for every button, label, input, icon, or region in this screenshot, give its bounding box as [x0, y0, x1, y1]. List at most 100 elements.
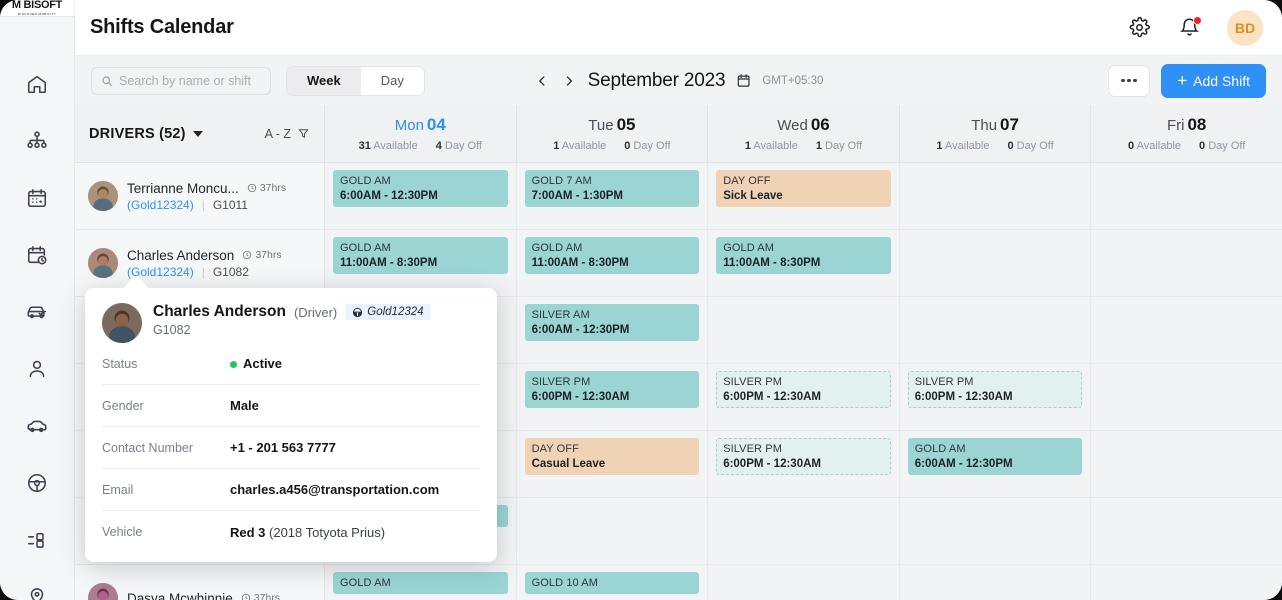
sidebar-item-car-check[interactable]: [24, 299, 50, 325]
calendar-cell[interactable]: SILVER PM 6:00PM - 12:30AM: [708, 431, 900, 497]
driver-name: Dasya Mcwhinnie: [127, 590, 233, 600]
calendar-cell[interactable]: GOLD AM 6:00AM - 12:30PM: [900, 431, 1092, 497]
calendar-cell[interactable]: [1091, 498, 1282, 564]
calendar-cell[interactable]: [900, 230, 1092, 296]
dayoff-card[interactable]: DAY OFF Sick Leave: [716, 170, 891, 207]
calendar-cell[interactable]: [900, 498, 1092, 564]
search-input[interactable]: [119, 73, 261, 88]
add-shift-button[interactable]: + Add Shift: [1161, 63, 1266, 98]
tab-day[interactable]: Day: [361, 67, 424, 95]
popover-avatar: [102, 303, 142, 343]
field-label: Status: [102, 356, 138, 371]
calendar-cell[interactable]: [1091, 431, 1282, 497]
driver-group[interactable]: (Gold12324): [127, 198, 194, 212]
dayoff-count: 0 Day Off: [1007, 140, 1054, 152]
sidebar-item-steering-wheel[interactable]: [24, 470, 50, 496]
driver-cell[interactable]: Dasya Mcwhinnie 37hrs: [75, 565, 325, 600]
day-column-header-fri[interactable]: Fri 08 0 Available 0 Day Off: [1091, 105, 1282, 162]
calendar-picker-icon[interactable]: [736, 73, 751, 88]
sidebar-item-calendar[interactable]: [24, 185, 50, 211]
shift-title: GOLD AM: [340, 242, 391, 254]
shift-card[interactable]: GOLD AM: [333, 572, 508, 594]
dayoff-card[interactable]: DAY OFF Casual Leave: [524, 438, 700, 475]
shift-card[interactable]: GOLD 7 AM 7:00AM - 1:30PM: [524, 170, 700, 207]
next-period-icon[interactable]: [561, 73, 577, 89]
pending-shift-card[interactable]: SILVER PM 6:00PM - 12:30AM: [716, 438, 891, 475]
shift-card[interactable]: GOLD AM 11:00AM - 8:30PM: [524, 237, 700, 274]
calendar-cell[interactable]: [517, 498, 709, 564]
shift-card[interactable]: SILVER PM 6:00PM - 12:30AM: [524, 371, 700, 408]
calendar-toolbar: Week Day September 2023 GMT+05:30 + Add …: [75, 56, 1282, 105]
day-column-header-thu[interactable]: Thu 07 1 Available 0 Day Off: [900, 105, 1092, 162]
shift-card[interactable]: GOLD AM 11:00AM - 8:30PM: [333, 237, 508, 274]
calendar-cell[interactable]: SILVER PM 6:00PM - 12:30AM: [517, 364, 709, 430]
day-column-header-wed[interactable]: Wed 06 1 Available 1 Day Off: [708, 105, 900, 162]
calendar-cell[interactable]: [900, 163, 1092, 229]
sidebar-item-location-pin[interactable]: [24, 584, 50, 600]
shift-title: GOLD AM: [723, 242, 775, 254]
tab-week[interactable]: Week: [287, 66, 361, 95]
sidebar-item-car[interactable]: [24, 413, 50, 439]
day-label: Tue 05: [588, 115, 636, 134]
user-avatar[interactable]: BD: [1227, 9, 1263, 46]
search-box[interactable]: [91, 66, 271, 95]
sidebar-item-calendar-clock[interactable]: [24, 242, 50, 268]
shift-card[interactable]: GOLD AM 11:00AM - 8:30PM: [716, 237, 891, 274]
calendar-cell[interactable]: GOLD AM 11:00AM - 8:30PM: [708, 230, 900, 296]
available-count: 1 Available: [553, 140, 607, 152]
calendar-cell[interactable]: [1091, 163, 1282, 229]
calendar-cell[interactable]: SILVER AM 6:00AM - 12:30PM: [517, 297, 709, 363]
calendar-cell[interactable]: GOLD AM 6:00AM - 12:30PM: [325, 163, 517, 229]
calendar-cell[interactable]: [708, 297, 900, 363]
sidebar-item-list[interactable]: [24, 527, 50, 553]
driver-cell[interactable]: Terrianne Moncu... 37hrs (Gold12324) | G1011: [75, 163, 325, 229]
calendar-cell[interactable]: GOLD AM 11:00AM - 8:30PM: [325, 230, 517, 296]
popover-fields: Status Active Gender Male Contact Number +1 -…: [102, 343, 480, 553]
current-period-label: September 2023: [587, 69, 726, 91]
chevron-down-icon[interactable]: [192, 130, 203, 137]
shift-card[interactable]: SILVER AM 6:00AM - 12:30PM: [524, 304, 700, 341]
calendar-cell[interactable]: SILVER PM 6:00PM - 12:30AM: [900, 364, 1092, 430]
plus-icon: +: [1177, 71, 1188, 90]
notification-bell-icon[interactable]: [1177, 15, 1202, 40]
calendar-cell[interactable]: GOLD 10 AM: [517, 565, 709, 600]
driver-name: Terrianne Moncu...: [127, 180, 239, 196]
calendar-cell[interactable]: [708, 498, 900, 564]
pending-shift-card[interactable]: SILVER PM 6:00PM - 12:30AM: [907, 371, 1083, 408]
popover-header: Charles Anderson (Driver) Gold12324 G108…: [102, 303, 480, 343]
more-options-button[interactable]: [1108, 64, 1151, 97]
calendar-cell[interactable]: [900, 297, 1092, 363]
dayoff-reason: Casual Leave: [531, 458, 606, 470]
gear-icon[interactable]: [1127, 16, 1151, 40]
day-column-header-mon[interactable]: Mon 04 31 Available 4 Day Off: [325, 105, 517, 162]
calendar-cell[interactable]: [1091, 364, 1282, 430]
dayoff-title: DAY OFF: [531, 443, 579, 455]
sort-filter-button[interactable]: A - Z: [265, 127, 310, 141]
popover-role: (Driver): [293, 304, 338, 320]
shift-card[interactable]: GOLD AM 6:00AM - 12:30PM: [333, 170, 508, 207]
calendar-cell[interactable]: SILVER PM 6:00PM - 12:30AM: [708, 364, 900, 430]
calendar-cell[interactable]: [708, 565, 900, 600]
calendar-cell[interactable]: [1091, 230, 1282, 296]
shift-card[interactable]: GOLD 10 AM: [524, 572, 700, 594]
sidebar-item-org-chart[interactable]: [24, 128, 50, 154]
calendar-cell[interactable]: DAY OFF Sick Leave: [708, 163, 900, 229]
shift-title: SILVER PM: [531, 376, 591, 388]
prev-period-icon[interactable]: [534, 73, 550, 89]
timezone-label: GMT+05:30: [762, 74, 824, 87]
calendar-cell[interactable]: [1091, 297, 1282, 363]
avatar: [88, 583, 118, 600]
calendar-cell[interactable]: [900, 565, 1092, 600]
calendar-cell[interactable]: GOLD 7 AM 7:00AM - 1:30PM: [517, 163, 709, 229]
shift-card[interactable]: GOLD AM 6:00AM - 12:30PM: [907, 438, 1083, 475]
sidebar-item-home[interactable]: [24, 71, 50, 97]
driver-cell[interactable]: Charles Anderson 37hrs (Gold12324) | G1082: [75, 230, 325, 296]
pending-shift-card[interactable]: SILVER PM 6:00PM - 12:30AM: [716, 371, 891, 408]
calendar-cell[interactable]: DAY OFF Casual Leave: [517, 431, 709, 497]
search-icon: [102, 75, 113, 86]
calendar-cell[interactable]: GOLD AM: [325, 565, 517, 600]
calendar-cell[interactable]: [1091, 565, 1282, 600]
calendar-cell[interactable]: GOLD AM 11:00AM - 8:30PM: [517, 230, 709, 296]
day-column-header-tue[interactable]: Tue 05 1 Available 0 Day Off: [517, 105, 709, 162]
sidebar-item-user[interactable]: [24, 356, 50, 382]
